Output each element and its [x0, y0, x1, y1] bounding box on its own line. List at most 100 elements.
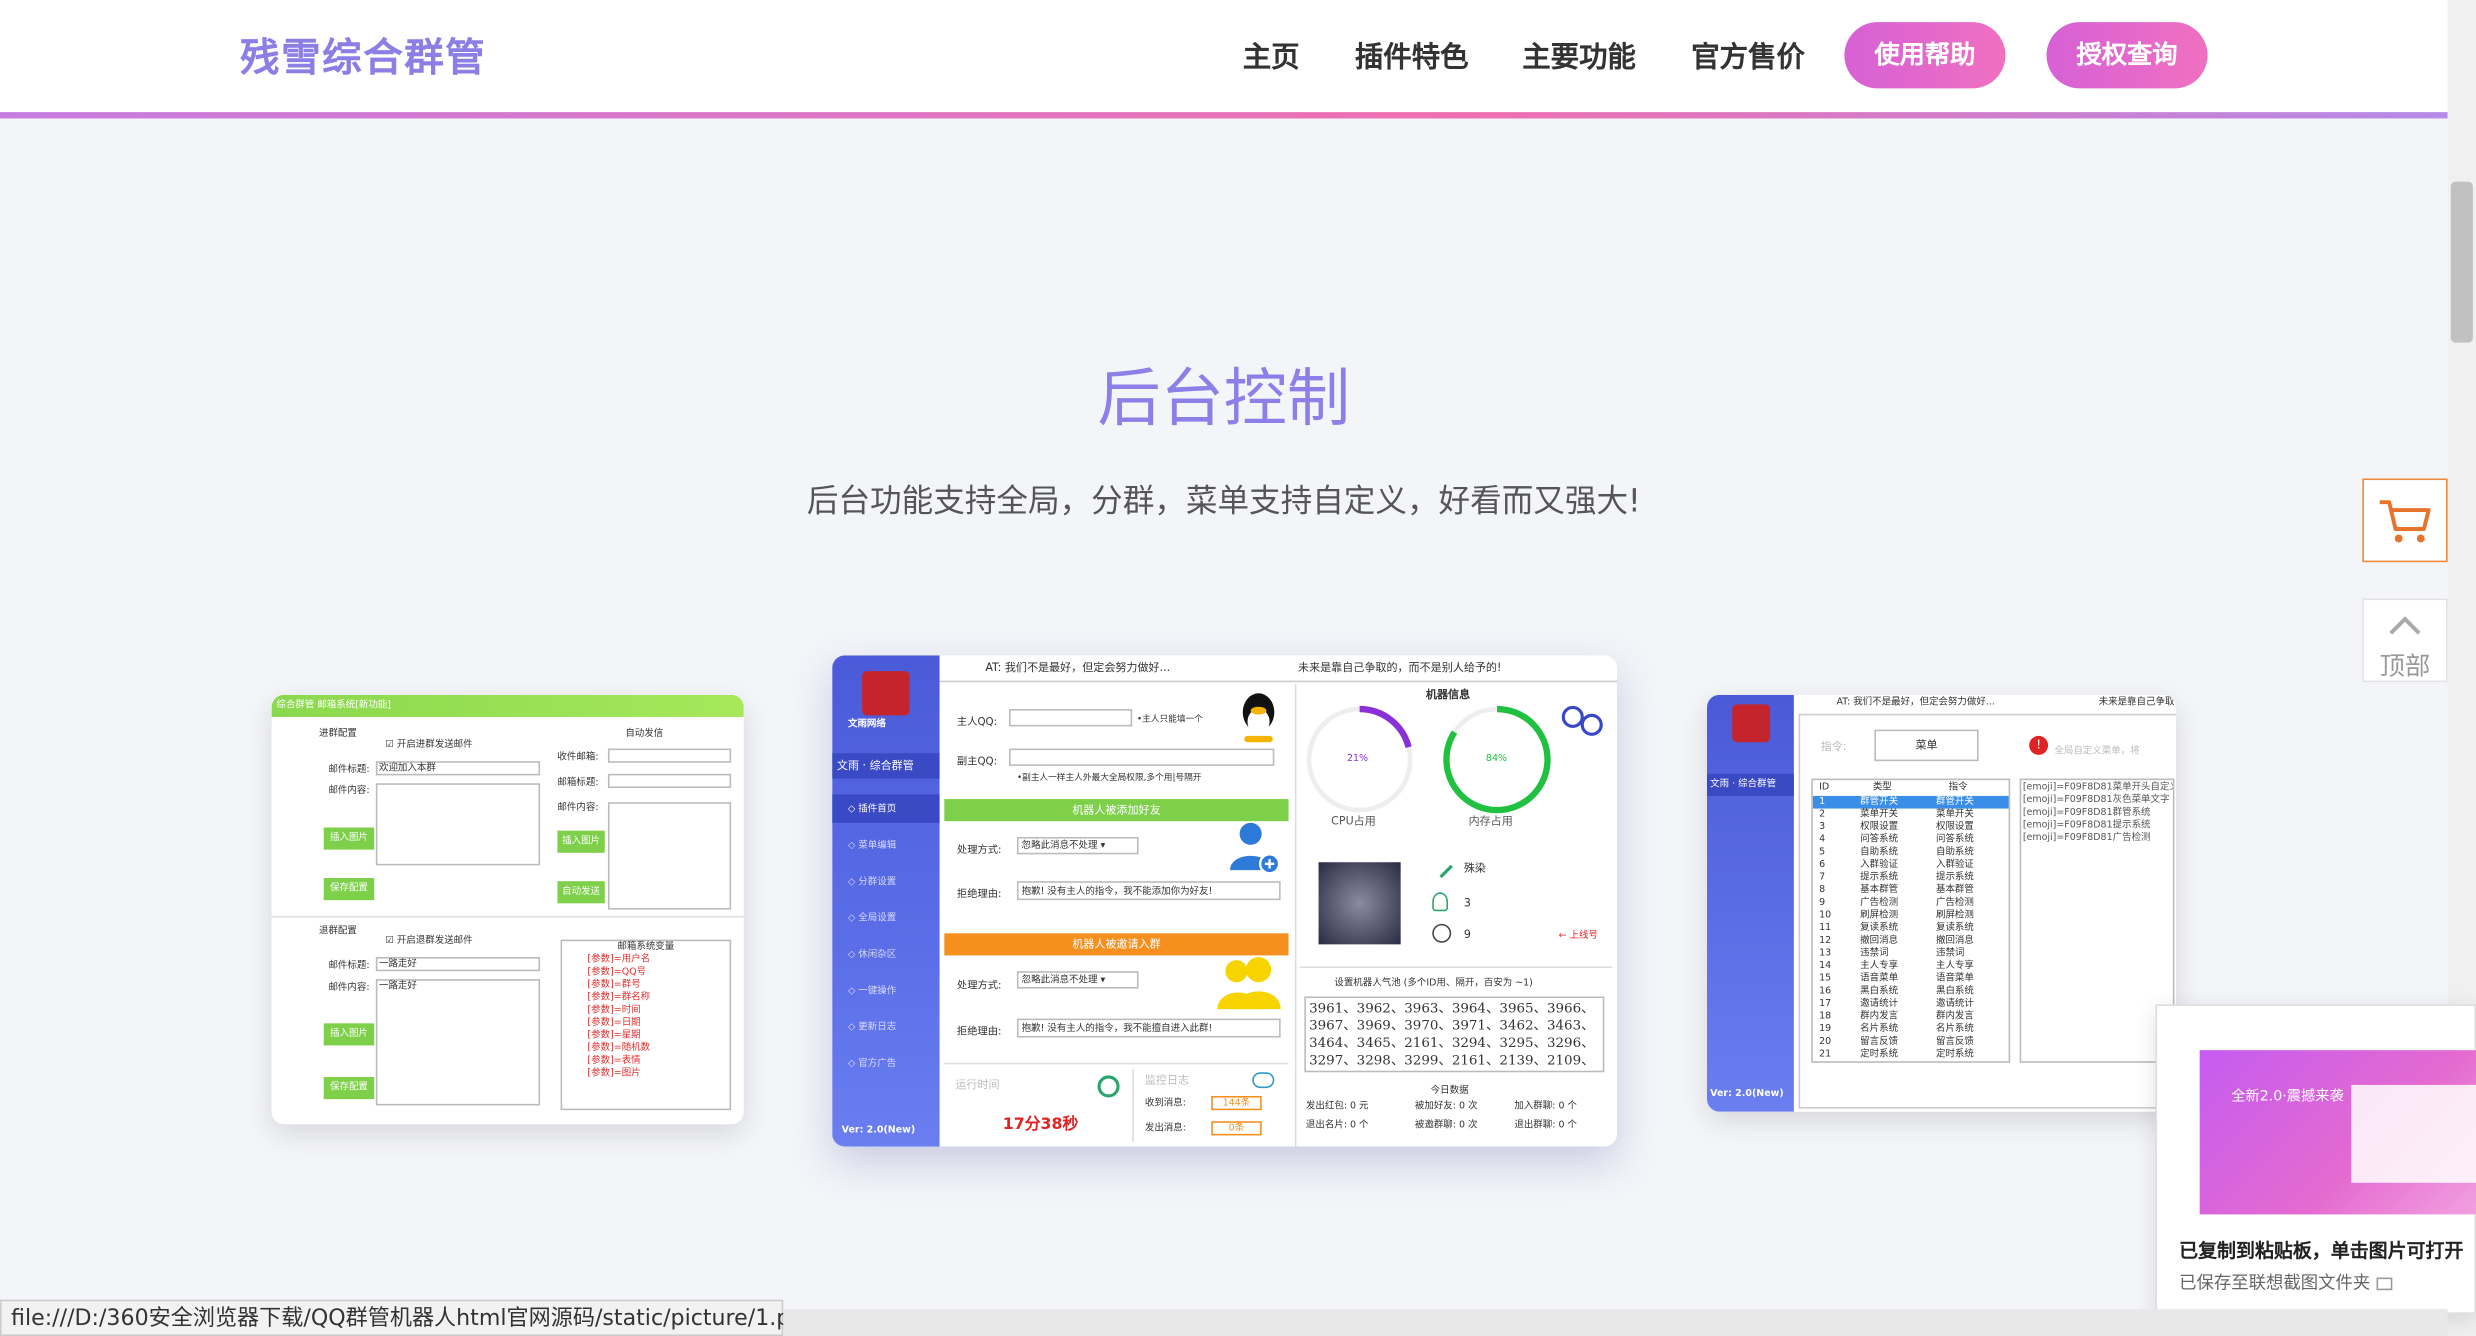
left-vars-list: [参数]=用户名 [参数]=QQ号 [参数]=群号 [参数]=群名称 [参数]=时间 [参…: [562, 954, 729, 1080]
back-to-top-button[interactable]: 顶部: [2362, 598, 2448, 683]
monitor-log-label: 监控日志: [1144, 1073, 1190, 1087]
center-at-text: AT: 我们不是最好，但定会努力做好...: [985, 661, 1171, 675]
table-row[interactable]: 3 权限设置 权限设置: [1813, 821, 2009, 834]
group-reject-label: 拒绝理由:: [956, 1024, 1002, 1038]
table-row[interactable]: 7 提示系统 提示系统: [1813, 872, 2009, 885]
center-menu-item[interactable]: ◇ 插件首页: [848, 804, 896, 817]
header-divider: [0, 112, 2448, 119]
horizontal-scrollbar[interactable]: [783, 1309, 2448, 1336]
toast-preview-screen: [2351, 1084, 2476, 1183]
group-handle-select[interactable]: 忽略此消息不处理 ▾: [1016, 971, 1139, 989]
table-row[interactable]: 1 群管开关 群管开关: [1812, 795, 2009, 809]
table-row[interactable]: 8 基本群管 基本群管: [1813, 884, 2009, 897]
table-row[interactable]: 13 违禁词 违禁词: [1813, 948, 2009, 961]
table-row[interactable]: 2 菜单开关 菜单开关: [1813, 809, 2009, 822]
var-item: [参数]=时间: [587, 1004, 641, 1016]
center-menu-item[interactable]: ◇ 更新日志: [848, 1022, 896, 1035]
table-row[interactable]: 16 黑白系统 黑白系统: [1813, 985, 2009, 998]
right-cmd-input[interactable]: 菜单: [1874, 729, 1979, 762]
left-check2[interactable]: ☑ 开启退群发送邮件: [385, 935, 472, 948]
mem-label: 内存占用: [1468, 814, 1513, 828]
send-msg-label: 发出消息:: [1144, 1122, 1186, 1134]
table-row[interactable]: 10 刷屏检测 刷屏检测: [1813, 910, 2009, 923]
count-a: 3: [1463, 896, 1471, 910]
table-row[interactable]: 12 撤回消息 撤回消息: [1813, 935, 2009, 948]
table-row[interactable]: 14 主人专享 主人专享: [1813, 960, 2009, 973]
right-brand-logo-icon: [1732, 704, 1771, 743]
table-row[interactable]: 5 自助系统 自助系统: [1813, 846, 2009, 859]
cart-button[interactable]: [2362, 478, 2448, 563]
left-subject-input[interactable]: 欢迎加入本群: [375, 761, 541, 776]
table-row[interactable]: 21 定时系统 定时系统: [1813, 1049, 2009, 1062]
var-item: [参数]=图片: [587, 1067, 641, 1079]
help-button[interactable]: 使用帮助: [1844, 22, 2006, 89]
left-save-button-2[interactable]: 保存配置: [323, 1077, 375, 1100]
left-auto-send-button[interactable]: 自动发送: [557, 881, 605, 904]
nav-features[interactable]: 插件特色: [1355, 35, 1469, 76]
owner-qq-hint: •主人只能填一个: [1136, 715, 1203, 725]
right-emoji-box[interactable]: [emoji]=F09F8D81菜单开头自定义 [emoji]=F09F8D81灰…: [2019, 778, 2175, 1063]
left-insert-image-button-2[interactable]: 插入图片: [557, 830, 605, 853]
left-mail-content-input[interactable]: [607, 802, 732, 910]
screenshot-left-email[interactable]: 综合群管 邮箱系统[新功能] 进群配置 ☑ 开启进群发送邮件 邮件标题: 欢迎加…: [271, 694, 744, 1125]
pool-textarea[interactable]: 3961、3962、3963、3964、3965、3966、3967、3969、…: [1304, 996, 1605, 1073]
var-item: [参数]=随机数: [587, 1042, 651, 1054]
vice-qq-input[interactable]: [1009, 748, 1275, 766]
table-row[interactable]: 6 入群验证 入群验证: [1813, 859, 2009, 872]
left-content-label-2: 邮件内容:: [328, 982, 370, 994]
screenshot-toast[interactable]: 全新2.0·震撼来袭 已复制到粘贴板，单击图片可打开 已保存至联想截图文件夹: [2155, 1004, 2476, 1314]
left-save-button[interactable]: 保存配置: [323, 878, 375, 901]
friend-reject-input[interactable]: 抱歉! 没有主人的指令，我不能添加你为好友!: [1016, 881, 1281, 901]
logout-link[interactable]: ← 上线号: [1559, 930, 1598, 943]
left-mail-title-input[interactable]: [607, 773, 732, 789]
center-menu-item[interactable]: ◇ 菜单编辑: [848, 840, 896, 853]
center-menu-item[interactable]: ◇ 分群设置: [848, 876, 896, 889]
var-item: [参数]=群名称: [587, 991, 651, 1003]
center-menu-item[interactable]: ◇ 休闲杂区: [848, 949, 896, 962]
cart-icon: [2379, 500, 2431, 543]
left-subject-label: 邮件标题:: [328, 764, 370, 776]
center-pool-divider: [1299, 966, 1613, 969]
table-row[interactable]: 4 问答系统 问答系统: [1813, 834, 2009, 847]
center-menu-item[interactable]: ◇ 全局设置: [848, 913, 896, 926]
left-divider: [271, 915, 744, 918]
settings-people-icon: [1559, 703, 1606, 744]
stat-0: 发出红包: 0 元: [1305, 1100, 1369, 1112]
left-insert-image-button[interactable]: 插入图片: [323, 827, 375, 850]
screenshot-right-menu[interactable]: 文雨 · 综合群管 Ver: 2.0(New) AT: 我们不是最好，但定会努力…: [1707, 694, 2176, 1112]
table-row[interactable]: 18 群内发言 群内发言: [1813, 1011, 2009, 1024]
center-menu-item[interactable]: ◇ 一键操作: [848, 985, 896, 998]
left-subject-label-2: 邮件标题:: [328, 960, 370, 972]
right-command-table[interactable]: ID 类型 指令 1 群管开关 群管开关 2 菜单开关 菜单开关 3 权限设置 权限设置 4 问答系…: [1811, 778, 2011, 1063]
center-menu-item[interactable]: ◇ 官方广告: [848, 1058, 896, 1071]
screenshot-center-admin[interactable]: 文雨网络 文雨 · 综合群管 ◇ 插件首页 ◇ 菜单编辑 ◇ 分群设置 ◇ 全局设置 ◇…: [832, 655, 1617, 1147]
site-logo[interactable]: 残雪综合群管: [240, 27, 486, 84]
table-row[interactable]: 20 留言反馈 留言反馈: [1813, 1036, 2009, 1049]
center-log-divider: [944, 1062, 1289, 1065]
friend-handle-select[interactable]: 忽略此消息不处理 ▾: [1016, 836, 1139, 855]
nav-home[interactable]: 主页: [1243, 35, 1300, 76]
table-row[interactable]: 15 语音菜单 语音菜单: [1813, 973, 2009, 986]
nav-functions[interactable]: 主要功能: [1522, 35, 1636, 76]
stat-2: 加入群聊: 0 个: [1514, 1100, 1577, 1112]
auth-query-button[interactable]: 授权查询: [2046, 22, 2208, 89]
left-quit-subject-input[interactable]: 一路走好: [375, 956, 541, 972]
center-brand: 文雨网络: [847, 718, 886, 730]
toast-subtitle[interactable]: 已保存至联想截图文件夹: [2179, 1270, 2392, 1295]
left-check1[interactable]: ☑ 开启进群发送邮件: [385, 739, 472, 752]
table-row[interactable]: 17 邀请统计 邀请统计: [1813, 998, 2009, 1011]
owner-qq-input[interactable]: [1009, 709, 1133, 727]
left-content-input[interactable]: [375, 783, 541, 866]
back-to-top-label: 顶部: [2379, 650, 2431, 681]
toast-preview-image[interactable]: 全新2.0·震撼来袭: [2199, 1050, 2476, 1215]
table-row[interactable]: 9 广告检测 广告检测: [1813, 897, 2009, 910]
table-row[interactable]: 11 复读系统 复读系统: [1813, 922, 2009, 935]
left-insert-image-button-3[interactable]: 插入图片: [323, 1023, 375, 1046]
left-recv-mail-input[interactable]: [607, 748, 732, 763]
left-quit-content-input[interactable]: 一路走好: [375, 979, 541, 1106]
nav-pricing[interactable]: 官方售价: [1691, 35, 1805, 76]
scrollbar-thumb[interactable]: [2450, 181, 2473, 343]
table-row[interactable]: 19 名片系统 名片系统: [1813, 1023, 2009, 1036]
group-reject-input[interactable]: 抱歉! 没有主人的指令，我不能擅自进入此群!: [1016, 1018, 1281, 1038]
center-vdivider: [1294, 683, 1297, 1147]
